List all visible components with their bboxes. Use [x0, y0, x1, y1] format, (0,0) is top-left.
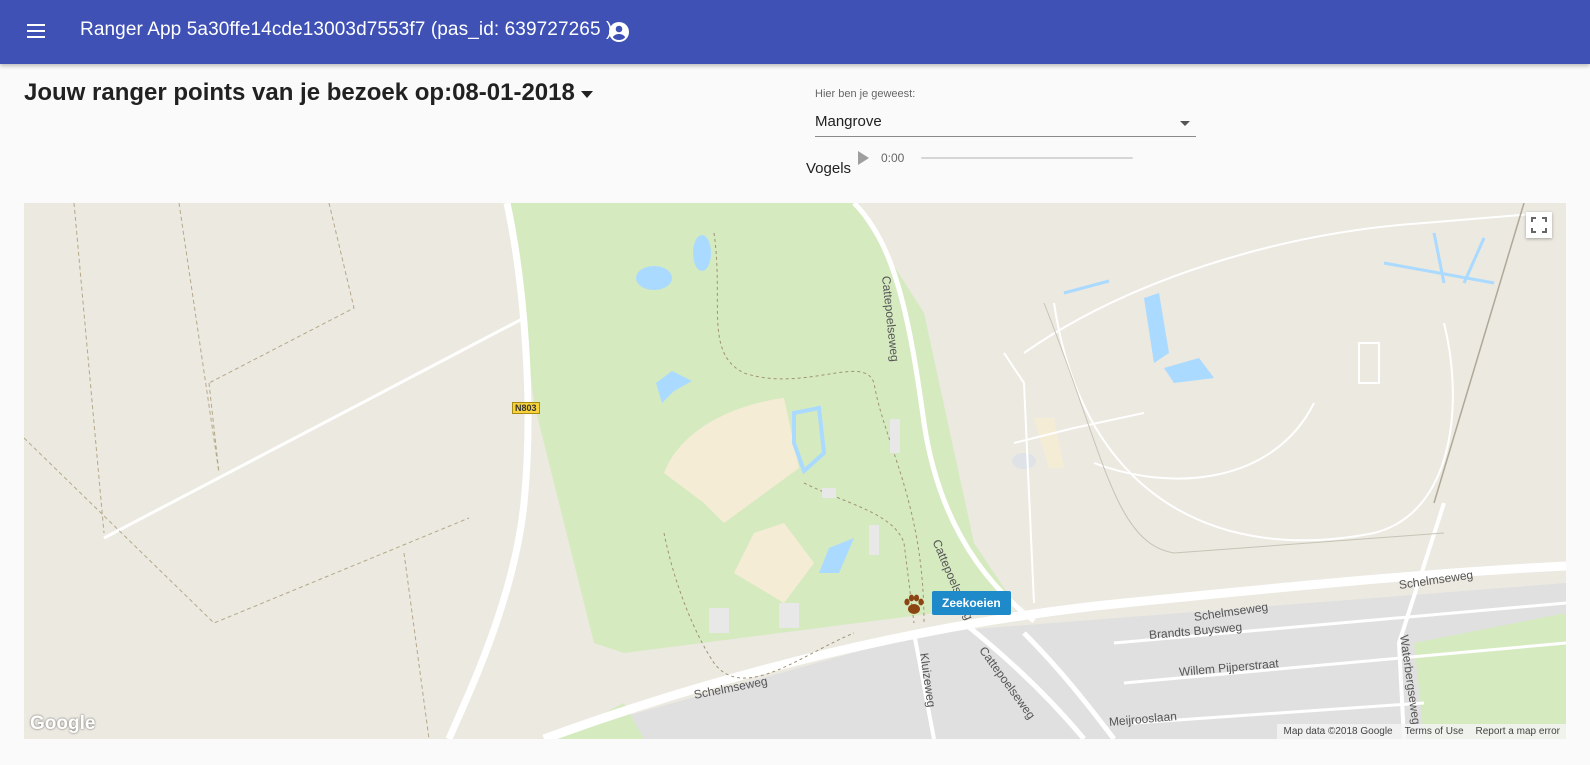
menu-icon[interactable]	[22, 20, 50, 44]
road-shield: N803	[512, 402, 540, 414]
report-error-link[interactable]: Report a map error	[1476, 726, 1560, 737]
paw-icon[interactable]	[901, 592, 927, 618]
visit-date-dropdown[interactable]: Jouw ranger points van je bezoek op:08-0…	[24, 79, 593, 107]
marker-label[interactable]: Zeekoeien	[932, 591, 1011, 615]
account-circle-icon[interactable]	[607, 20, 631, 44]
audio-player: 0:00	[858, 148, 1133, 168]
audio-progress-bar[interactable]	[921, 157, 1133, 159]
audio-time: 0:00	[881, 151, 905, 165]
app-title: Ranger App 5a30ffe14cde13003d7553f7 (pas…	[80, 19, 613, 40]
location-select: Hier ben je geweest: Mangrove	[815, 88, 1196, 137]
map-data-attribution: Map data ©2018 Google	[1283, 726, 1393, 737]
play-icon[interactable]	[858, 151, 869, 165]
visit-title: Jouw ranger points van je bezoek op:08-0…	[24, 79, 575, 106]
google-logo: Google	[30, 713, 96, 734]
location-select-box[interactable]: Mangrove	[815, 106, 1196, 137]
caret-down-icon	[580, 90, 593, 98]
location-select-label: Hier ben je geweest:	[815, 88, 916, 100]
map[interactable]: Cattepoelseweg Cattepoelseweg Cattepoels…	[24, 203, 1566, 739]
app-bar: Ranger App 5a30ffe14cde13003d7553f7 (pas…	[0, 0, 1590, 64]
fullscreen-icon[interactable]	[1526, 212, 1552, 238]
terms-of-use-link[interactable]: Terms of Use	[1405, 726, 1464, 737]
audio-label: Vogels	[806, 160, 852, 177]
location-select-value: Mangrove	[815, 112, 882, 130]
dropdown-arrow-icon	[1180, 120, 1190, 126]
map-canvas	[24, 203, 1566, 739]
map-footer: Map data ©2018 Google Terms of Use Repor…	[1277, 724, 1566, 739]
